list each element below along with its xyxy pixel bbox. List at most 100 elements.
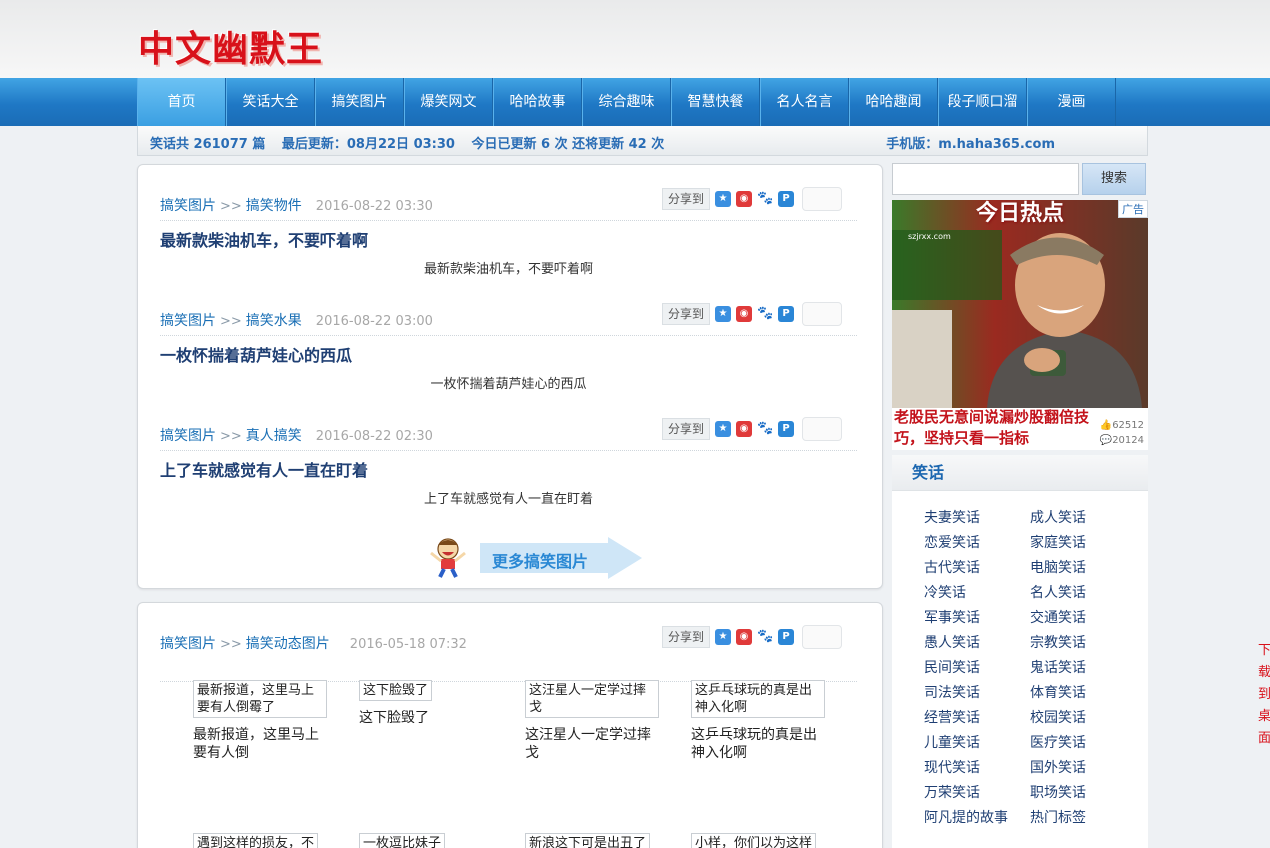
weibo-share-icon[interactable]: ◉: [736, 629, 752, 645]
sidebar-item[interactable]: 名人笑话: [1030, 582, 1086, 602]
sidebar-item[interactable]: 现代笑话: [924, 757, 980, 777]
renren-share-icon[interactable]: P: [778, 629, 794, 645]
sidebar-item[interactable]: 军事笑话: [924, 607, 980, 627]
share-label: 分享到: [662, 626, 710, 648]
sidebar-item[interactable]: 万荣笑话: [924, 782, 980, 802]
weibo-share-icon[interactable]: ◉: [736, 191, 752, 207]
download-to-desktop-link[interactable]: 下载到桌面: [1258, 640, 1270, 750]
nav-item-jokes[interactable]: 笑话大全: [226, 78, 315, 126]
thumbnail-image[interactable]: 小样，你们以为这样: [691, 833, 817, 848]
thumbnail-image[interactable]: 这乒乓球玩的真是出神入化啊: [691, 680, 825, 718]
thumbnail-card[interactable]: 新浪这下可是出丑了: [525, 833, 675, 848]
thumbnail-image[interactable]: 遇到这样的损友，不: [193, 833, 319, 848]
subcategory-link[interactable]: 搞笑物件: [246, 198, 302, 214]
nav-item-quotes[interactable]: 名人名言: [760, 78, 849, 126]
thumbnail-card[interactable]: 一枚逗比妹子: [359, 833, 509, 848]
category-link[interactable]: 搞笑图片: [160, 636, 216, 652]
weibo-share-icon[interactable]: ◉: [736, 421, 752, 437]
subcategory-link[interactable]: 搞笑动态图片: [246, 636, 330, 652]
thumbnail-image[interactable]: 最新报道，这里马上要有人倒霉了: [193, 680, 327, 718]
nav-item-news[interactable]: 哈哈趣闻: [849, 78, 938, 126]
thumbnail-image[interactable]: 这下脸毁了: [359, 680, 433, 701]
sidebar-item[interactable]: 宗教笑话: [1030, 632, 1086, 652]
thumbnail-card[interactable]: 这乒乓球玩的真是出神入化啊 这乒乓球玩的真是出神入化啊: [691, 680, 841, 762]
joke-categories-panel: 笑话 夫妻笑话 成人笑话 恋爱笑话 家庭笑话 古代笑话 电脑笑话 冷笑话 名人笑…: [892, 455, 1148, 848]
mobile-link[interactable]: 手机版：m.haha365.com: [886, 133, 1055, 152]
entry-title[interactable]: 最新款柴油机车，不要吓着啊: [160, 227, 368, 251]
category-link[interactable]: 搞笑图片: [160, 428, 216, 444]
nav-item-comics[interactable]: 漫画: [1027, 78, 1116, 126]
nav-item-funny-pics[interactable]: 搞笑图片: [315, 78, 404, 126]
thumbnail-card[interactable]: 这汪星人一定学过摔戈 这汪星人一定学过摔戈: [525, 680, 675, 762]
sidebar-item[interactable]: 家庭笑话: [1030, 532, 1086, 552]
thumbnail-card[interactable]: 最新报道，这里马上要有人倒霉了 最新报道，这里马上要有人倒: [193, 680, 343, 762]
ad-headline[interactable]: 老股民无意间说漏炒股翻倍技巧，坚持只看一指标: [894, 407, 1094, 449]
renren-share-icon[interactable]: P: [778, 421, 794, 437]
sidebar-item[interactable]: 司法笑话: [924, 682, 980, 702]
header: 中文幽默王: [0, 0, 1270, 78]
thumbnail-image[interactable]: 新浪这下可是出丑了: [525, 833, 651, 848]
nav-item-fun[interactable]: 综合趣味: [582, 78, 671, 126]
thumbnail-caption[interactable]: 最新报道，这里马上要有人倒: [193, 726, 327, 762]
sidebar-item[interactable]: 冷笑话: [924, 582, 966, 602]
nav-item-wisdom[interactable]: 智慧快餐: [671, 78, 760, 126]
sidebar-item[interactable]: 夫妻笑话: [924, 507, 980, 527]
ad-tag[interactable]: 广告: [1118, 200, 1148, 218]
category-link[interactable]: 搞笑图片: [160, 198, 216, 214]
comment-count: 20124: [1112, 435, 1144, 446]
breadcrumb-separator: >>: [220, 637, 242, 652]
sidebar-item[interactable]: 体育笑话: [1030, 682, 1086, 702]
sidebar-item[interactable]: 校园笑话: [1030, 707, 1086, 727]
baidu-share-icon[interactable]: 🐾: [757, 629, 773, 645]
sidebar-item[interactable]: 鬼话笑话: [1030, 657, 1086, 677]
category-link[interactable]: 搞笑图片: [160, 313, 216, 329]
sidebar-item[interactable]: 成人笑话: [1030, 507, 1086, 527]
entry-title[interactable]: 一枚怀揣着葫芦娃心的西瓜: [160, 342, 352, 366]
subcategory-link[interactable]: 搞笑水果: [246, 313, 302, 329]
thumbnail-image[interactable]: 这汪星人一定学过摔戈: [525, 680, 659, 718]
sidebar-item[interactable]: 恋爱笑话: [924, 532, 980, 552]
renren-share-icon[interactable]: P: [778, 191, 794, 207]
nav-item-articles[interactable]: 爆笑网文: [404, 78, 493, 126]
nav-item-rhymes[interactable]: 段子顺口溜: [938, 78, 1027, 126]
more-pics-button[interactable]: 更多搞笑图片: [426, 533, 642, 581]
subcategory-link[interactable]: 真人搞笑: [246, 428, 302, 444]
sidebar-item[interactable]: 热门标签: [1030, 807, 1086, 827]
search-input[interactable]: [892, 163, 1079, 195]
baidu-share-icon[interactable]: 🐾: [757, 306, 773, 322]
thumbnail-caption[interactable]: 这下脸毁了: [359, 709, 493, 727]
thumbnail-caption[interactable]: 这汪星人一定学过摔戈: [525, 726, 659, 762]
ad-banner[interactable]: 今日热点 广告 szjrxx.com 老股民无意间说漏炒股翻倍技巧，坚持只看一指…: [892, 200, 1148, 450]
sidebar-item[interactable]: 职场笑话: [1030, 782, 1086, 802]
thumbnail-caption[interactable]: 这乒乓球玩的真是出神入化啊: [691, 726, 825, 762]
baidu-share-icon[interactable]: 🐾: [757, 191, 773, 207]
cartoon-kid-icon: [430, 538, 466, 578]
entry-title[interactable]: 上了车就感觉有人一直在盯着: [160, 457, 368, 481]
nav-item-home[interactable]: 首页: [137, 78, 226, 126]
nav-item-stories[interactable]: 哈哈故事: [493, 78, 582, 126]
sidebar-item[interactable]: 愚人笑话: [924, 632, 980, 652]
qzone-share-icon[interactable]: ★: [715, 629, 731, 645]
sidebar-item[interactable]: 医疗笑话: [1030, 732, 1086, 752]
sidebar-item[interactable]: 电脑笑话: [1030, 557, 1086, 577]
thumbnail-image[interactable]: 一枚逗比妹子: [359, 833, 446, 848]
sidebar-item[interactable]: 经营笑话: [924, 707, 980, 727]
sidebar-item[interactable]: 国外笑话: [1030, 757, 1086, 777]
search-button[interactable]: 搜索: [1082, 163, 1146, 195]
renren-share-icon[interactable]: P: [778, 306, 794, 322]
baidu-share-icon[interactable]: 🐾: [757, 421, 773, 437]
qzone-share-icon[interactable]: ★: [715, 306, 731, 322]
weibo-share-icon[interactable]: ◉: [736, 306, 752, 322]
thumbnail-card[interactable]: 这下脸毁了 这下脸毁了: [359, 680, 509, 727]
sidebar-item[interactable]: 民间笑话: [924, 657, 980, 677]
sidebar-item[interactable]: 阿凡提的故事: [924, 807, 1008, 827]
sidebar-item[interactable]: 古代笑话: [924, 557, 980, 577]
site-logo[interactable]: 中文幽默王: [138, 20, 323, 72]
sidebar-item[interactable]: 交通笑话: [1030, 607, 1086, 627]
sidebar-item[interactable]: 儿童笑话: [924, 732, 980, 752]
thumbnail-card[interactable]: 小样，你们以为这样: [691, 833, 841, 848]
qzone-share-icon[interactable]: ★: [715, 421, 731, 437]
thumbnail-card[interactable]: 遇到这样的损友，不: [193, 833, 343, 848]
share-bar: 分享到 ★ ◉ 🐾 P: [662, 187, 842, 211]
qzone-share-icon[interactable]: ★: [715, 191, 731, 207]
